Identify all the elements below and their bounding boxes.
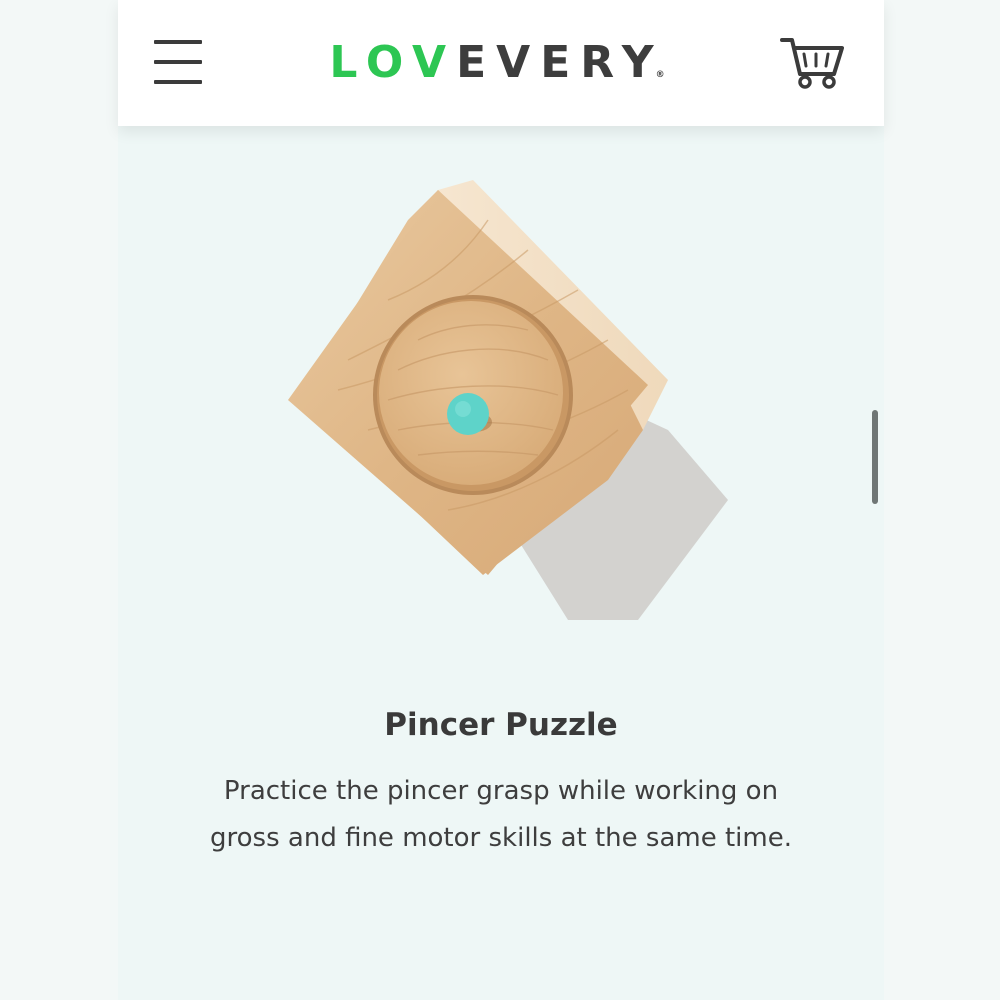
product-description: Practice the pincer grasp while working … <box>210 776 792 853</box>
product-title: Pincer Puzzle <box>384 707 618 743</box>
mobile-screen: LOVEVERY® Pincer Puzzle Practice the pin… <box>118 0 884 1000</box>
brand-logo[interactable]: LOVEVERY® <box>118 38 884 100</box>
shopping-cart-icon[interactable] <box>780 36 846 92</box>
logo-text-dark: EVERY <box>456 37 664 88</box>
site-header: LOVEVERY® <box>118 0 884 126</box>
pincer-puzzle-image <box>288 180 728 620</box>
logo-registered-mark: ® <box>655 70 665 80</box>
scrollbar[interactable] <box>872 410 878 504</box>
right-backdrop <box>882 0 1000 1000</box>
logo-text-green: LOV <box>329 37 457 88</box>
left-backdrop <box>0 0 118 1000</box>
